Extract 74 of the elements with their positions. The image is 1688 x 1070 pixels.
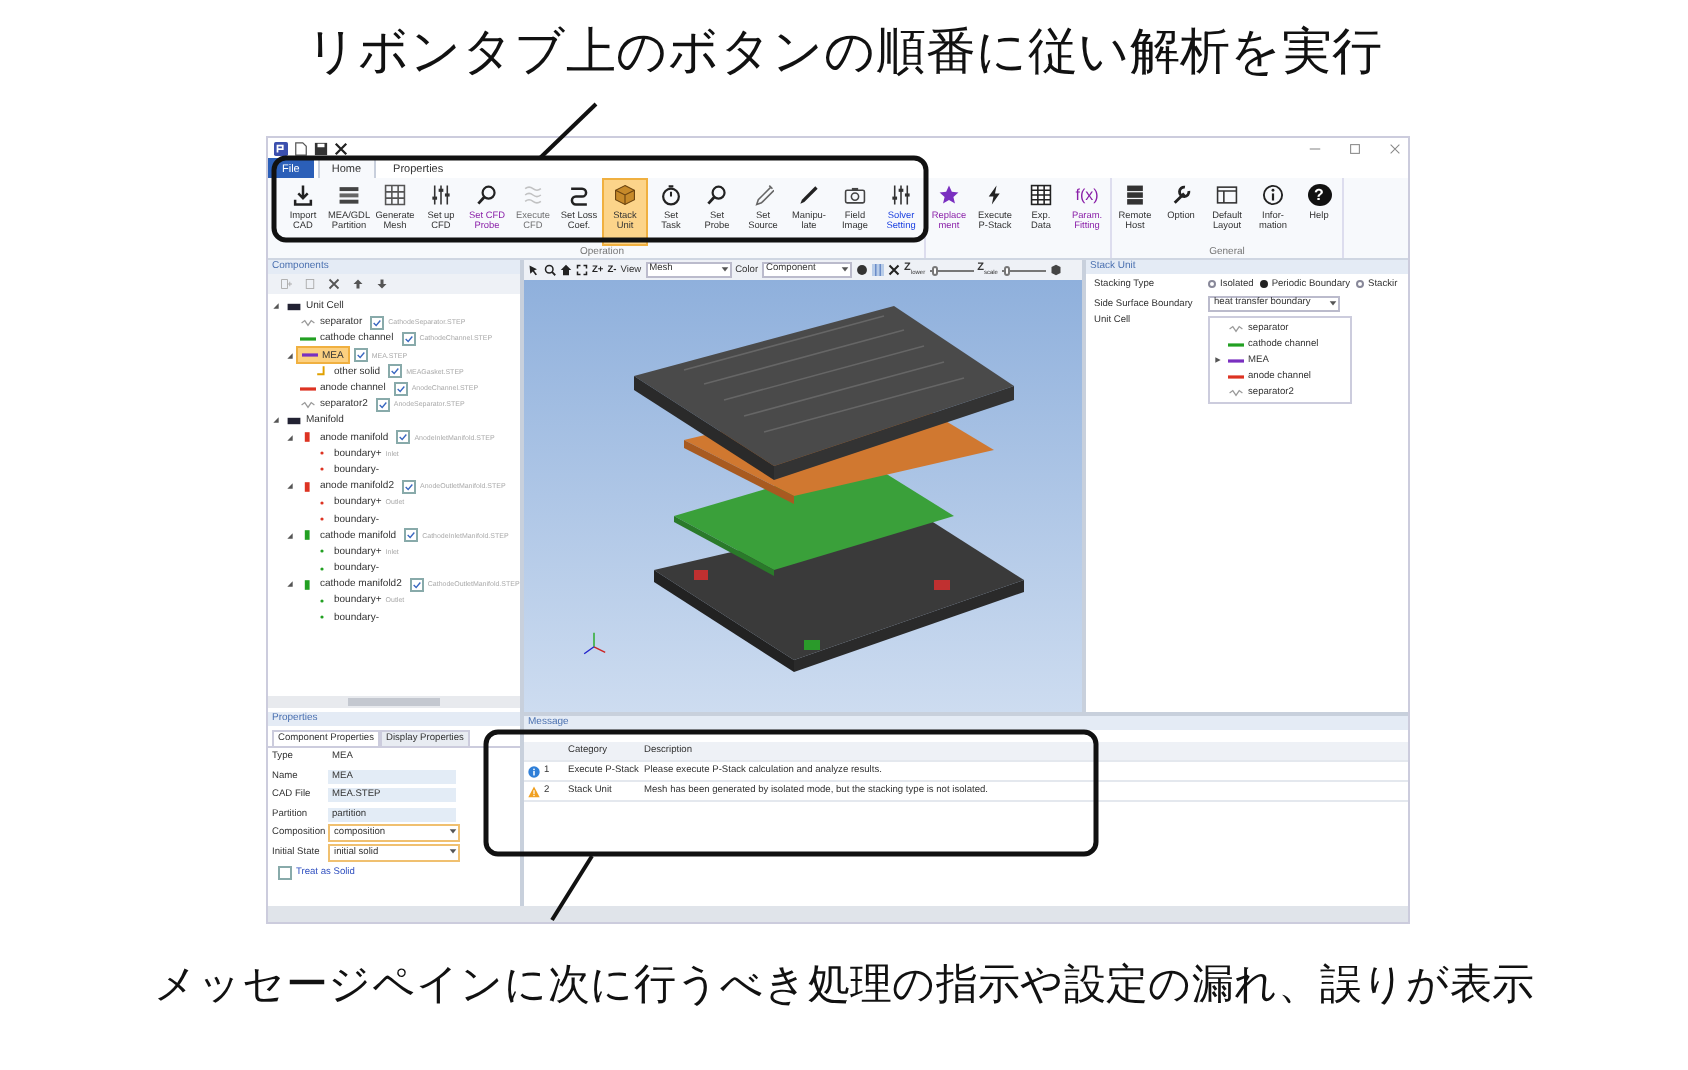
visibility-checkbox[interactable] bbox=[353, 348, 368, 363]
camera-icon bbox=[844, 184, 866, 206]
assembly-icon bbox=[286, 301, 302, 312]
wrench-icon bbox=[1170, 184, 1192, 206]
radio-button[interactable] bbox=[1208, 280, 1216, 288]
radio-button[interactable] bbox=[1259, 280, 1268, 288]
checkbox[interactable] bbox=[278, 866, 292, 880]
grid-icon bbox=[384, 184, 406, 206]
pointer-icon[interactable] bbox=[528, 264, 540, 276]
layout-icon bbox=[1216, 184, 1238, 206]
sliders-icon bbox=[890, 184, 912, 206]
wave-icon bbox=[300, 399, 316, 410]
leader-line bbox=[550, 854, 594, 922]
wave-icon bbox=[300, 317, 316, 328]
visibility-checkbox[interactable] bbox=[404, 528, 419, 543]
dropdown-arrow-icon[interactable] bbox=[840, 264, 851, 274]
dropdown-arrow-icon[interactable] bbox=[719, 264, 730, 274]
visibility-checkbox[interactable] bbox=[393, 381, 408, 396]
lightning-icon bbox=[984, 184, 1006, 206]
corner-icon bbox=[314, 366, 330, 377]
wave-icon bbox=[1228, 323, 1244, 333]
visibility-checkbox[interactable] bbox=[409, 577, 424, 592]
slider-thumb[interactable] bbox=[931, 265, 938, 275]
magnifier-icon bbox=[476, 184, 498, 206]
home-icon[interactable] bbox=[560, 264, 572, 276]
sliders-icon bbox=[430, 184, 452, 206]
visibility-checkbox[interactable] bbox=[401, 479, 416, 494]
new-file-icon[interactable] bbox=[294, 141, 308, 155]
visibility-checkbox[interactable] bbox=[375, 397, 390, 412]
close-icon[interactable] bbox=[334, 141, 348, 155]
expand-caret-icon[interactable] bbox=[286, 482, 294, 491]
layers-icon bbox=[338, 184, 360, 206]
zoom-icon[interactable] bbox=[544, 264, 556, 276]
table-icon bbox=[1030, 184, 1052, 206]
dropdown-arrow-icon[interactable] bbox=[1328, 298, 1338, 308]
visibility-checkbox[interactable] bbox=[401, 331, 416, 346]
arrow-up-icon[interactable] bbox=[352, 278, 364, 290]
expand-caret-icon[interactable] bbox=[286, 433, 294, 442]
visibility-checkbox[interactable] bbox=[370, 315, 385, 330]
info-icon bbox=[1262, 184, 1284, 206]
axis-triad-icon bbox=[580, 630, 608, 658]
caption-text: リボンタブ上のボタンの順番に従い解析を実行 bbox=[304, 20, 1384, 84]
star-icon bbox=[938, 184, 960, 206]
download-icon bbox=[292, 184, 314, 206]
slider-thumb[interactable] bbox=[1004, 265, 1011, 275]
maximize-icon[interactable] bbox=[1348, 141, 1362, 155]
visibility-checkbox[interactable] bbox=[396, 430, 411, 445]
delete-icon[interactable] bbox=[328, 278, 340, 290]
pen-icon bbox=[798, 184, 820, 206]
syringe-icon bbox=[752, 184, 774, 206]
visibility-checkbox[interactable] bbox=[388, 364, 403, 379]
arrow-down-icon[interactable] bbox=[376, 278, 388, 290]
leader-line bbox=[538, 102, 598, 160]
expand-caret-icon[interactable] bbox=[286, 531, 294, 540]
cube-icon[interactable] bbox=[1049, 264, 1062, 276]
expand-caret-icon[interactable] bbox=[1214, 356, 1222, 364]
curve-icon bbox=[568, 184, 590, 206]
waves-icon bbox=[522, 184, 544, 206]
expand-caret-icon[interactable] bbox=[272, 416, 280, 425]
server-icon bbox=[1124, 184, 1146, 206]
radio-button[interactable] bbox=[1356, 280, 1365, 288]
wave-icon bbox=[1228, 387, 1244, 397]
scroll-bar[interactable] bbox=[268, 696, 520, 708]
close-icon[interactable] bbox=[888, 264, 901, 276]
cube-icon bbox=[614, 184, 636, 206]
magnifier-icon bbox=[706, 184, 728, 206]
caption-text: メッセージペインに次に行うべき処理の指示や設定の漏れ、誤りが表示 bbox=[152, 958, 1536, 1012]
stopwatch-icon bbox=[660, 184, 682, 206]
fit-icon[interactable] bbox=[576, 264, 588, 276]
expand-caret-icon[interactable] bbox=[272, 302, 280, 311]
assembly-icon bbox=[286, 415, 302, 426]
expand-caret-icon[interactable] bbox=[286, 580, 294, 589]
scroll-thumb[interactable] bbox=[348, 698, 440, 706]
save-icon[interactable] bbox=[314, 141, 328, 155]
